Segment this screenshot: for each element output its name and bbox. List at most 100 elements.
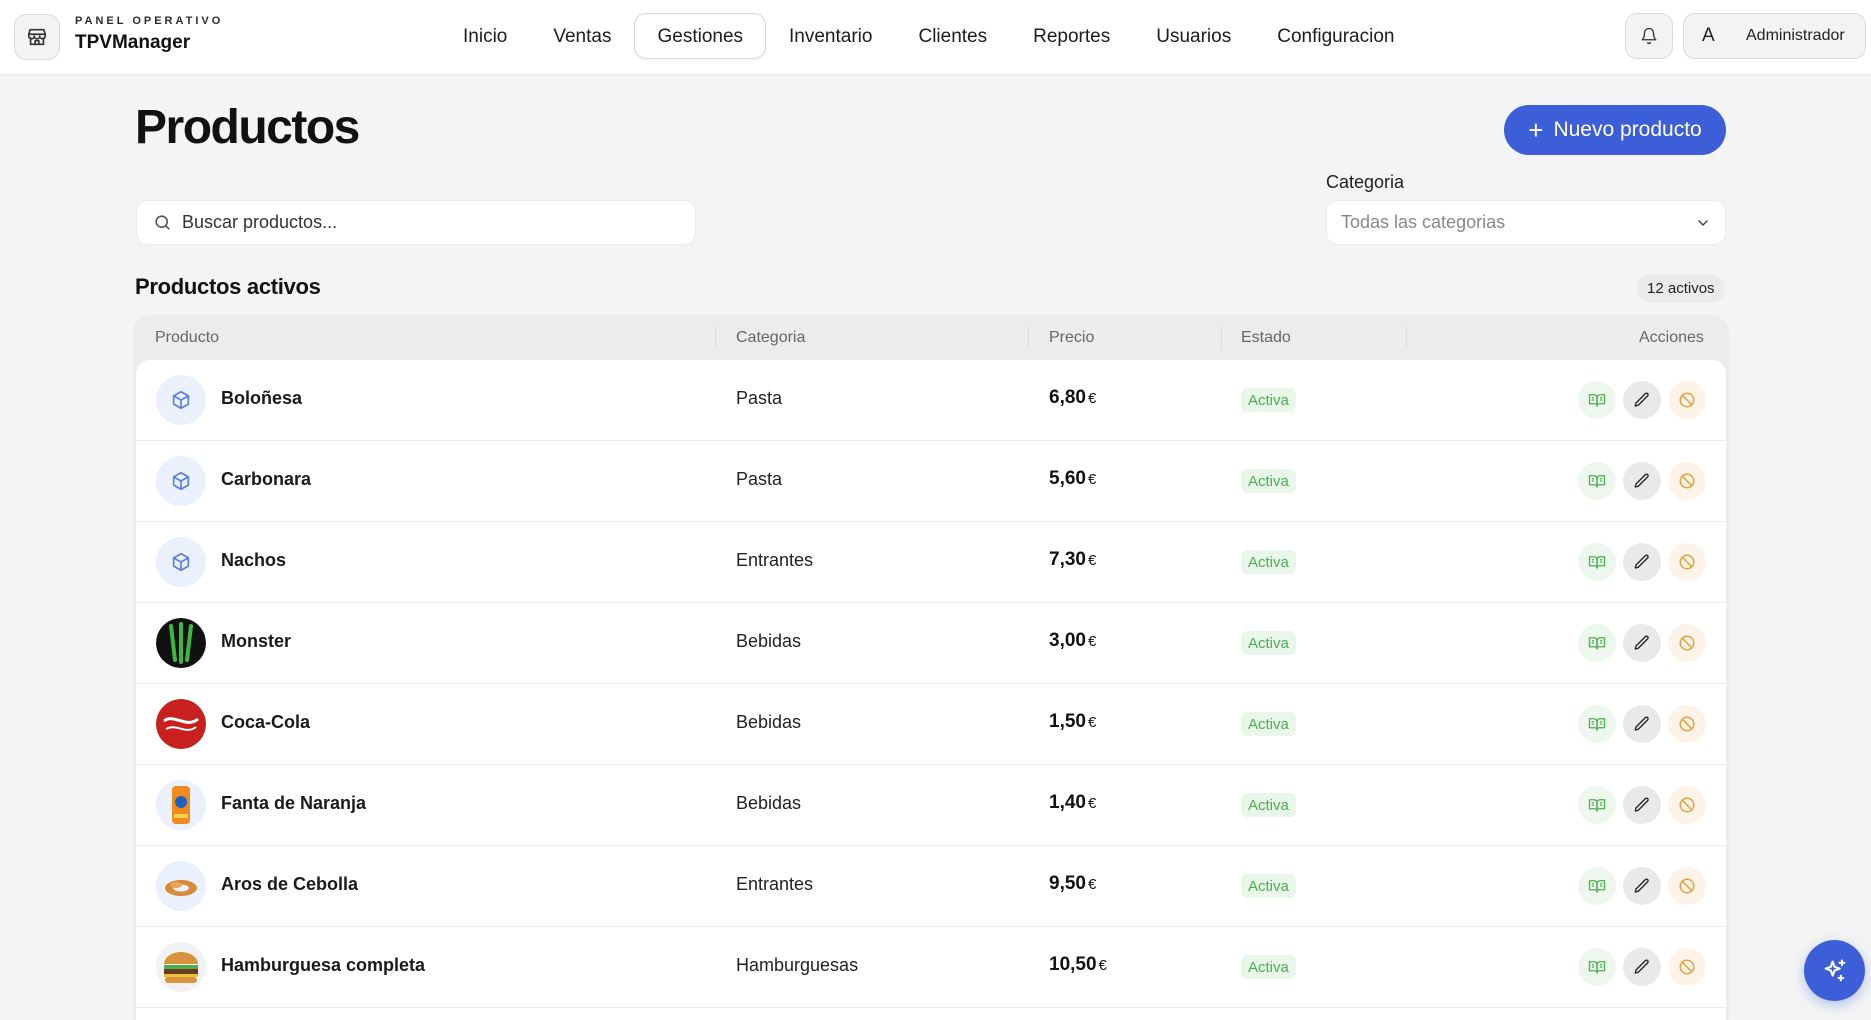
monster-can-image (156, 618, 206, 668)
fanta-can-image (156, 780, 206, 830)
sparkles-icon (1824, 958, 1845, 981)
product-name: Boloñesa (221, 388, 303, 408)
product-thumbnail (156, 456, 206, 506)
brand-kicker: PANEL OPERATIVO (75, 15, 224, 27)
view-recipe-button[interactable] (1578, 948, 1616, 986)
view-recipe-button[interactable] (1578, 867, 1616, 905)
table-row[interactable]: Hamburguesa completa Hamburguesas 10,50 € Ac… (136, 927, 1726, 1008)
product-name: Nachos (221, 550, 287, 570)
currency-symbol: € (1087, 633, 1097, 650)
product-thumbnail (156, 942, 206, 992)
product-category: Bebidas (736, 631, 802, 651)
product-name: Carbonara (221, 469, 312, 489)
store-icon[interactable] (14, 14, 60, 60)
user-menu-button[interactable]: A Administrador (1683, 13, 1866, 59)
nav-item-inicio[interactable]: Inicio (440, 13, 530, 59)
pencil-icon (1634, 554, 1649, 569)
product-thumbnail (156, 618, 206, 668)
table-row[interactable]: Nachos Entrantes 7,30 € Activa (136, 522, 1726, 603)
price-value: 5,60 (1049, 468, 1086, 489)
nav-item-configuracion[interactable]: Configuracion (1254, 13, 1417, 59)
ban-icon (1679, 392, 1695, 408)
nav-item-reportes[interactable]: Reportes (1010, 13, 1133, 59)
plus-icon: + (1528, 115, 1544, 145)
deactivate-product-button[interactable] (1668, 381, 1706, 419)
ban-icon (1679, 716, 1695, 732)
column-header-actions: Acciones (1639, 329, 1704, 346)
ban-icon (1679, 878, 1695, 894)
product-category: Pasta (736, 469, 783, 489)
currency-symbol: € (1087, 876, 1097, 893)
pencil-icon (1634, 716, 1649, 731)
edit-product-button[interactable] (1623, 543, 1661, 581)
edit-product-button[interactable] (1623, 867, 1661, 905)
category-select[interactable]: Todas las categorias (1326, 200, 1726, 245)
product-name: Hamburguesa completa (221, 955, 426, 975)
view-recipe-button[interactable] (1578, 786, 1616, 824)
nav-item-usuarios[interactable]: Usuarios (1133, 13, 1254, 59)
deactivate-product-button[interactable] (1668, 624, 1706, 662)
ban-icon (1679, 473, 1695, 489)
new-product-button[interactable]: + Nuevo producto (1504, 105, 1726, 155)
pencil-icon (1634, 959, 1649, 974)
table-row[interactable]: Fanta de Naranja Bebidas 1,40 € Activa (136, 765, 1726, 846)
status-badge: Activa (1241, 388, 1296, 412)
product-name: Monster (221, 631, 292, 651)
deactivate-product-button[interactable] (1668, 462, 1706, 500)
product-category: Pasta (736, 388, 783, 408)
pencil-icon (1634, 797, 1649, 812)
book-open-icon (1588, 637, 1606, 650)
book-open-icon (1588, 880, 1606, 893)
box-icon (170, 389, 192, 411)
book-open-icon (1588, 961, 1606, 974)
column-divider (1221, 327, 1222, 349)
product-thumbnail (156, 861, 206, 911)
table-row[interactable]: Aros de Cebolla Entrantes 9,50 € Activa (136, 846, 1726, 927)
deactivate-product-button[interactable] (1668, 786, 1706, 824)
notifications-button[interactable] (1625, 13, 1673, 59)
status-badge: Activa (1241, 793, 1296, 817)
pencil-icon (1634, 635, 1649, 650)
column-header-price[interactable]: Precio (1049, 329, 1094, 347)
table-row[interactable]: Coca-Cola Bebidas 1,50 € Activa (136, 684, 1726, 765)
nav-item-ventas[interactable]: Ventas (530, 13, 634, 59)
view-recipe-button[interactable] (1578, 381, 1616, 419)
user-name: Administrador (1746, 27, 1845, 44)
price-value: 1,50 (1049, 711, 1086, 732)
edit-product-button[interactable] (1623, 381, 1661, 419)
column-header-status[interactable]: Estado (1241, 329, 1291, 347)
edit-product-button[interactable] (1623, 705, 1661, 743)
price-value: 7,30 (1049, 549, 1086, 570)
pencil-icon (1634, 878, 1649, 893)
deactivate-product-button[interactable] (1668, 705, 1706, 743)
table-row[interactable]: Monster Bebidas 3,00 € Activa (136, 603, 1726, 684)
status-badge: Activa (1241, 874, 1296, 898)
deactivate-product-button[interactable] (1668, 867, 1706, 905)
view-recipe-button[interactable] (1578, 624, 1616, 662)
new-product-label: Nuevo producto (1553, 118, 1702, 141)
search-input[interactable] (182, 212, 662, 233)
view-recipe-button[interactable] (1578, 462, 1616, 500)
edit-product-button[interactable] (1623, 462, 1661, 500)
nav-item-gestiones[interactable]: Gestiones (634, 13, 767, 59)
view-recipe-button[interactable] (1578, 543, 1616, 581)
nav-item-inventario[interactable]: Inventario (766, 13, 895, 59)
ban-icon (1679, 959, 1695, 975)
edit-product-button[interactable] (1623, 786, 1661, 824)
table-row[interactable]: Boloñesa Pasta 6,80 € Activa (136, 360, 1726, 441)
category-select-value: Todas las categorias (1341, 212, 1506, 232)
ai-assistant-button[interactable] (1804, 940, 1865, 1001)
page-title: Productos (135, 101, 360, 154)
edit-product-button[interactable] (1623, 948, 1661, 986)
ban-icon (1679, 797, 1695, 813)
currency-symbol: € (1087, 390, 1097, 407)
column-header-category[interactable]: Categoria (736, 329, 805, 347)
table-row[interactable]: Carbonara Pasta 5,60 € Activa (136, 441, 1726, 522)
status-badge: Activa (1241, 955, 1296, 979)
edit-product-button[interactable] (1623, 624, 1661, 662)
deactivate-product-button[interactable] (1668, 543, 1706, 581)
view-recipe-button[interactable] (1578, 705, 1616, 743)
nav-item-clientes[interactable]: Clientes (895, 13, 1010, 59)
deactivate-product-button[interactable] (1668, 948, 1706, 986)
column-header-product[interactable]: Producto (155, 329, 219, 347)
